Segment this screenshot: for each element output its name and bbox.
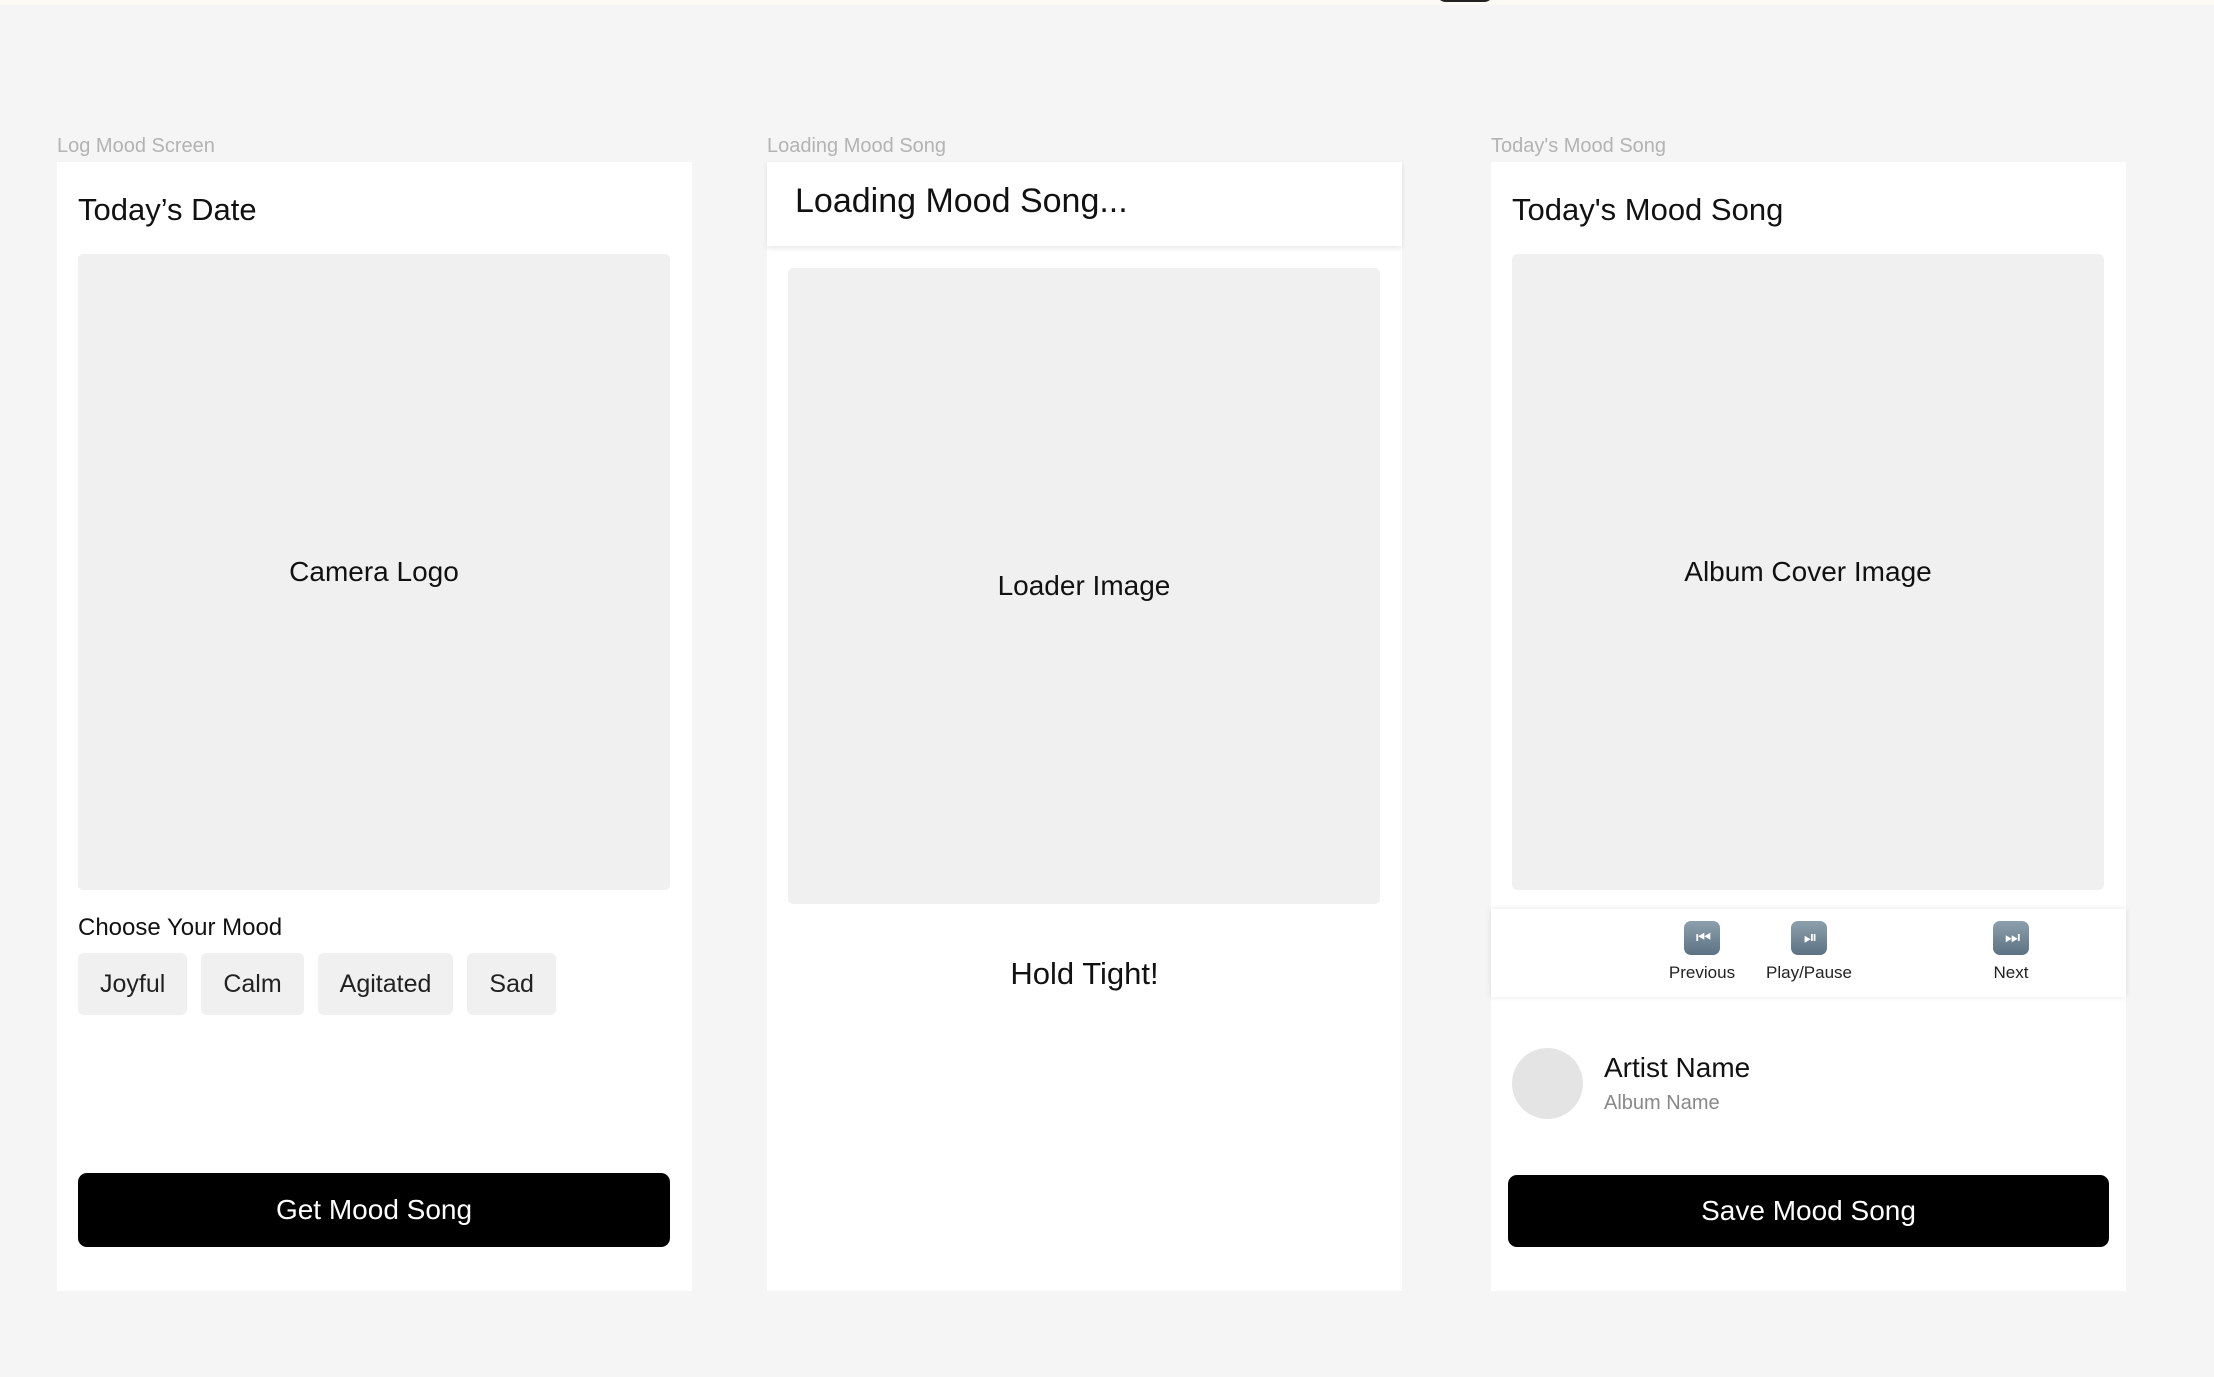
previous-icon: ⏮	[1684, 921, 1720, 955]
loader-image-label: Loader Image	[997, 570, 1171, 601]
album-cover-label: Album Cover Image	[1684, 556, 1932, 587]
album-cover-placeholder: Album Cover Image	[1512, 254, 2104, 890]
todays-mood-song-screen: Today's Mood Song Album Cover Image ⏮ Pr…	[1491, 162, 2126, 1291]
loading-screen: Loading Mood Song... Loader Image Hold T…	[767, 162, 1402, 1291]
next-icon: ⏭	[1993, 921, 2029, 955]
mood-chip-agitated[interactable]: Agitated	[317, 953, 454, 1015]
frame-label-todays-song[interactable]: Today's Mood Song	[1491, 135, 1666, 158]
loader-image-placeholder: Loader Image	[788, 268, 1380, 904]
loading-header: Loading Mood Song...	[767, 162, 1402, 246]
frame-label-loading[interactable]: Loading Mood Song	[767, 135, 946, 158]
player-controls: ⏮ Previous ⏯ Play/Pause ⏭ Next	[1491, 909, 2126, 997]
play-pause-icon: ⏯	[1791, 921, 1827, 955]
todays-date-title: Today’s Date	[78, 192, 257, 227]
previous-label: Previous	[1668, 963, 1736, 982]
next-label: Next	[1993, 963, 2029, 982]
mood-chip-joyful[interactable]: Joyful	[78, 953, 188, 1015]
save-mood-song-button[interactable]: Save Mood Song	[1508, 1175, 2109, 1247]
log-mood-screen: Today’s Date Camera Logo Choose Your Moo…	[57, 162, 692, 1291]
next-button[interactable]: ⏭ Next	[1951, 921, 2071, 983]
camera-logo-placeholder[interactable]: Camera Logo	[78, 254, 670, 890]
top-edge	[0, 0, 2214, 5]
artist-name: Artist Name	[1604, 1052, 1751, 1083]
frame-label-log-mood[interactable]: Log Mood Screen	[57, 135, 215, 158]
loading-title: Loading Mood Song...	[795, 182, 1128, 220]
mood-chip-sad[interactable]: Sad	[467, 953, 556, 1015]
todays-song-title: Today's Mood Song	[1512, 192, 1784, 227]
camera-logo-label: Camera Logo	[289, 556, 459, 587]
mood-chip-calm[interactable]: Calm	[201, 953, 304, 1015]
get-mood-song-button[interactable]: Get Mood Song	[78, 1173, 670, 1247]
artist-avatar	[1512, 1048, 1583, 1119]
play-pause-label: Play/Pause	[1766, 963, 1852, 982]
mood-chip-group: Joyful Calm Agitated Sad	[78, 953, 556, 1015]
choose-mood-label: Choose Your Mood	[78, 914, 283, 941]
design-canvas: Log Mood Screen Loading Mood Song Today'…	[0, 0, 2214, 1377]
top-handle	[1436, 0, 1494, 2]
album-name: Album Name	[1604, 1092, 1720, 1114]
hold-tight-message: Hold Tight!	[1010, 956, 1159, 991]
previous-button[interactable]: ⏮ Previous	[1642, 921, 1762, 983]
play-pause-button[interactable]: ⏯ Play/Pause	[1749, 921, 1869, 983]
